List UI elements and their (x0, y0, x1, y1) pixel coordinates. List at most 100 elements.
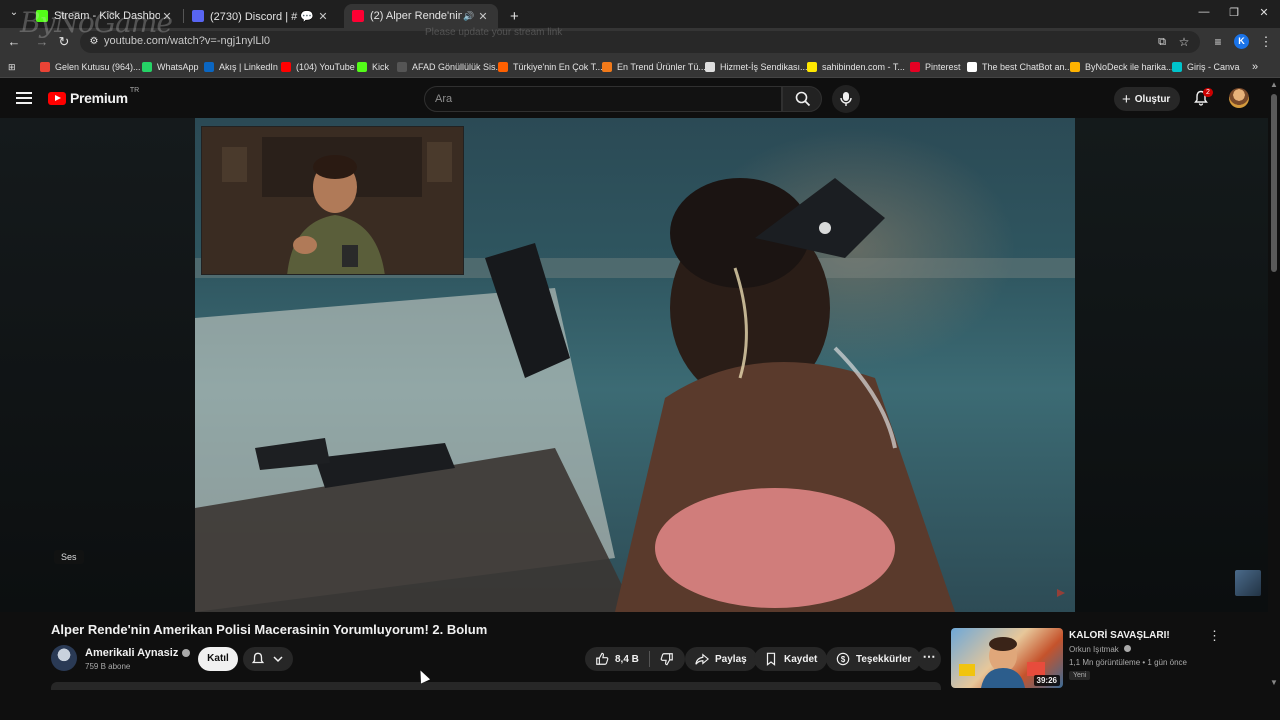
channel-watermark-avatar[interactable] (1235, 570, 1261, 596)
more-actions-button[interactable]: ⋯ (917, 647, 941, 671)
voice-search-button[interactable] (832, 85, 860, 113)
bookmark-item[interactable]: Pinterest (910, 60, 961, 74)
description-box[interactable] (51, 682, 941, 690)
super-thanks-icon: $ (836, 652, 850, 666)
minimize-icon[interactable]: — (1194, 6, 1214, 22)
recommendation-channel-text[interactable]: Orkun Işıtmak (1069, 645, 1119, 654)
media-control-icon[interactable]: ≡ (1210, 34, 1226, 50)
new-tab-button[interactable]: + (502, 4, 522, 28)
scrollbar-thumb[interactable] (1271, 94, 1277, 272)
create-label: Oluştur (1134, 93, 1171, 105)
browser-toolbar: ← → ↻ ⚙ youtube.com/watch?v=-ngj1nylLl0 … (0, 28, 1280, 56)
bookmark-label: En Trend Ürünler Tü... (617, 62, 706, 72)
recommendation-menu-icon[interactable]: ⋮ (1208, 628, 1221, 644)
youtube-header: Premium TR + Oluştur 2 (0, 78, 1268, 118)
join-button[interactable]: Katıl (198, 647, 238, 671)
streamer-webcam-overlay (201, 126, 464, 275)
recommendation-channel[interactable]: Orkun Işıtmak (1069, 645, 1132, 654)
save-label: Kaydet (784, 653, 818, 665)
bookmark-item[interactable]: Hizmet-İş Sendikası... (705, 60, 808, 74)
tab-close-icon[interactable]: ✕ (476, 10, 490, 23)
youtube-premium-logo[interactable]: Premium TR (48, 86, 140, 106)
bookmark-item[interactable]: Akış | LinkedIn (204, 60, 278, 74)
dislike-button[interactable] (650, 647, 684, 671)
bookmarks-overflow-button[interactable]: » (1252, 60, 1258, 74)
bookmark-item[interactable]: En Trend Ürünler Tü... (602, 60, 706, 74)
save-bookmark-icon (766, 652, 776, 666)
menu-icon[interactable] (16, 92, 32, 104)
scroll-down-arrow-icon[interactable]: ▼ (1270, 678, 1278, 687)
video-title: Alper Rende'nin Amerikan Polisi Macerasi… (51, 622, 488, 637)
thanks-button[interactable]: $ Teşekkürler (826, 647, 922, 671)
apps-grid-icon[interactable]: ⊞ (8, 60, 16, 74)
share-icon (695, 653, 709, 665)
afad-icon (397, 62, 407, 72)
account-avatar[interactable] (1229, 88, 1249, 108)
channel-avatar[interactable] (51, 645, 77, 671)
bookmark-item[interactable]: Türkiye'nin En Çok T... (498, 60, 603, 74)
search-icon (795, 91, 811, 107)
channel-name[interactable]: Amerikali Aynasiz (85, 647, 191, 659)
kick-icon (357, 62, 367, 72)
microphone-icon (840, 92, 852, 106)
tab-close-icon[interactable]: ✕ (316, 10, 330, 23)
like-count: 8,4 B (615, 653, 639, 665)
bookmark-item[interactable]: Gelen Kutusu (964)... (40, 60, 141, 74)
browser-menu-icon[interactable]: ⋮ (1258, 34, 1274, 50)
close-window-icon[interactable]: ✕ (1254, 6, 1274, 22)
recommendation-title[interactable]: KALORİ SAVAŞLARI! (1069, 630, 1170, 641)
tab-audio-icon[interactable]: 🔊 (462, 11, 476, 22)
logo-country: TR (129, 86, 140, 94)
bookmark-item[interactable]: AFAD Gönüllülük Sis... (397, 60, 503, 74)
stream-overlay-text: Please update your stream link (425, 27, 563, 38)
player-play-hint-icon (1057, 589, 1065, 597)
sahibinden-icon (807, 62, 817, 72)
recommendation-meta: 1,1 Mn görüntüleme • 1 gün önce (1069, 658, 1187, 667)
search-button[interactable] (782, 86, 822, 112)
restore-icon[interactable]: ❐ (1224, 6, 1244, 22)
canva-icon (1172, 62, 1182, 72)
youtube-icon (281, 62, 291, 72)
profile-avatar[interactable]: K (1234, 34, 1249, 49)
like-button[interactable]: 8,4 B (585, 647, 649, 671)
stream-watermark-logo: ByNoGame (20, 6, 173, 39)
address-bar[interactable]: ⚙ youtube.com/watch?v=-ngj1nylLl0 ⧉ ☆ (80, 31, 1200, 53)
recommendation-thumbnail[interactable]: 39:26 (951, 628, 1063, 688)
bookmarks-bar: ⊞ Gelen Kutusu (964)... WhatsApp Akış | Li… (0, 56, 1280, 78)
page-scrollbar[interactable]: ▲ ▼ (1268, 78, 1280, 690)
save-button[interactable]: Kaydet (754, 647, 828, 671)
tab-title: (2) Alper Rende'nin Amerikan Polisi (370, 10, 462, 22)
bookmark-label: AFAD Gönüllülük Sis... (412, 62, 504, 72)
video-player[interactable]: Ses (0, 118, 1268, 612)
gmail-icon (40, 62, 50, 72)
create-button[interactable]: + Oluştur (1114, 87, 1181, 111)
install-app-icon[interactable]: ⧉ (1154, 34, 1170, 50)
thanks-label: Teşekkürler (856, 653, 912, 665)
svg-text:$: $ (841, 655, 846, 664)
subscription-bell-button[interactable] (243, 647, 293, 671)
bookmark-star-icon[interactable]: ☆ (1176, 34, 1192, 50)
browser-tab[interactable]: (2) Alper Rende'nin Amerikan Polisi🔊✕ (344, 4, 498, 28)
thumbs-up-icon (596, 652, 609, 665)
whatsapp-icon (142, 62, 152, 72)
bookmark-item[interactable]: Kick (357, 60, 389, 74)
bookmark-item[interactable]: Giriş - Canva (1172, 60, 1240, 74)
pinterest-icon (910, 62, 920, 72)
bookmark-label: (104) YouTube (296, 62, 355, 72)
search-box[interactable] (424, 86, 782, 112)
bookmark-item[interactable]: sahibinden.com - T... (807, 60, 905, 74)
bookmark-label: Giriş - Canva (1187, 62, 1240, 72)
bookmark-item[interactable]: WhatsApp (142, 60, 199, 74)
channel-name-text[interactable]: Amerikali Aynasiz (85, 647, 178, 659)
bell-icon (251, 652, 265, 664)
bookmark-item[interactable]: ByNoDeck ile harika... (1070, 60, 1174, 74)
search-input[interactable] (425, 87, 781, 111)
bookmark-label: ByNoDeck ile harika... (1085, 62, 1174, 72)
tab-title: (2730) Discord | # 💬 genel-sohbet (210, 10, 316, 23)
browser-tab[interactable]: (2730) Discord | # 💬 genel-sohbet✕ (184, 4, 338, 28)
scroll-up-arrow-icon[interactable]: ▲ (1270, 80, 1278, 89)
bookmark-item[interactable]: The best ChatBot an... (967, 60, 1072, 74)
bookmark-item[interactable]: (104) YouTube (281, 60, 355, 74)
share-button[interactable]: Paylaş (685, 647, 757, 671)
bookmark-label: Akış | LinkedIn (219, 62, 278, 72)
